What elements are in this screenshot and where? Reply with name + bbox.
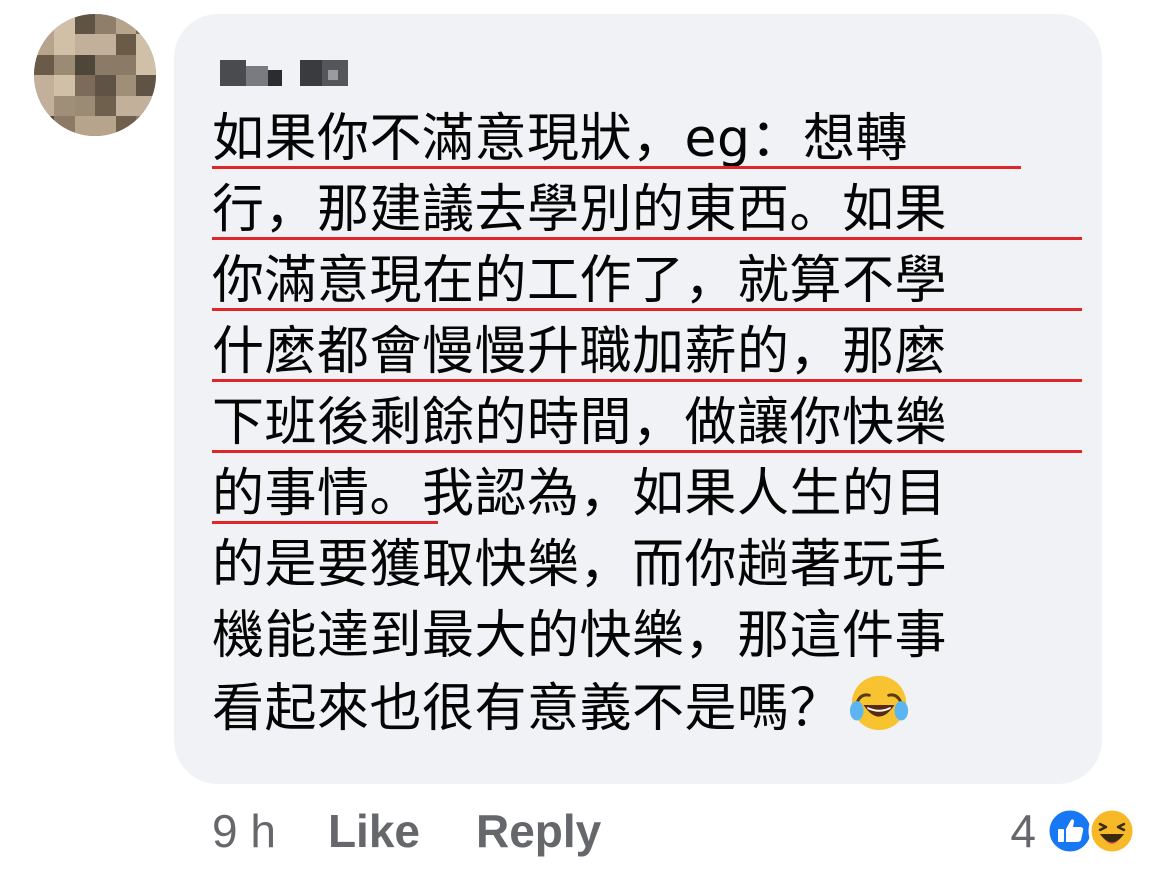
timestamp[interactable]: 9 h	[212, 804, 276, 858]
avatar-pixel	[54, 95, 75, 116]
avatar-pixel	[54, 54, 75, 76]
avatar-pixel	[74, 116, 96, 136]
avatar-pixel	[34, 14, 55, 35]
avatar-pixel	[95, 54, 116, 76]
avatar-pixel	[74, 34, 96, 55]
avatar-pixel	[115, 54, 136, 76]
comment-line-last: 看起來也很有意義不是嗎？	[212, 672, 1082, 743]
avatar-pixel	[74, 95, 96, 116]
avatar-pixel	[34, 116, 55, 136]
comment-line: 下班後剩餘的時間，做讓你快樂	[212, 388, 1082, 459]
reaction-summary[interactable]: 4	[1010, 800, 1136, 862]
like-reaction-icon	[1046, 807, 1094, 855]
avatar-pixel	[115, 95, 136, 116]
like-button[interactable]: Like	[328, 804, 420, 858]
avatar-pixel	[95, 95, 116, 116]
comment-line: 你滿意現在的工作了，就算不學	[212, 246, 1082, 317]
comment-line: 什麼都會慢慢升職加薪的，那麼	[212, 317, 1082, 388]
avatar-pixel	[74, 14, 96, 35]
avatar-pixel	[54, 75, 75, 96]
avatar-pixel	[115, 14, 136, 35]
avatar-pixel	[115, 116, 136, 136]
avatar-pixel	[34, 34, 55, 55]
avatar-pixel	[136, 54, 156, 76]
avatar-pixel	[115, 34, 136, 55]
avatar-pixel	[95, 14, 116, 35]
avatar-pixel	[136, 75, 156, 96]
avatar-pixel	[74, 75, 96, 96]
avatar-pixel	[136, 95, 156, 116]
avatar-pixel	[54, 34, 75, 55]
avatar-pixel	[136, 14, 156, 35]
avatar-pixel	[54, 14, 75, 35]
comment-body: 如果你不滿意現狀，eg：想轉 行，那建議去學別的東西。如果 你滿意現在的工作了，…	[212, 104, 1082, 743]
avatar-pixel	[136, 116, 156, 136]
comment: 如果你不滿意現狀，eg：想轉 行，那建議去學別的東西。如果 你滿意現在的工作了，…	[0, 0, 1170, 877]
avatar-pixel	[74, 54, 96, 76]
haha-reaction-icon	[1088, 807, 1136, 855]
avatar[interactable]	[34, 14, 156, 136]
avatar-pixel	[115, 75, 136, 96]
avatar-pixel	[95, 116, 116, 136]
avatar-pixel	[34, 54, 55, 76]
avatar-pixel	[136, 34, 156, 55]
comment-line-text: 看起來也很有意義不是嗎？	[212, 679, 843, 739]
comment-line: 的是要獲取快樂，而你趟著玩手	[212, 535, 948, 595]
reaction-count: 4	[1010, 805, 1036, 857]
comment-line: 行，那建議去學別的東西。如果	[212, 175, 1082, 246]
comment-bubble: 如果你不滿意現狀，eg：想轉 行，那建議去學別的東西。如果 你滿意現在的工作了，…	[174, 14, 1102, 784]
avatar-pixel	[34, 75, 55, 96]
author-name-redacted[interactable]	[214, 52, 354, 88]
comment-line: 的事情。我認為，如果人生的目	[212, 459, 1082, 530]
avatar-pixel	[95, 34, 116, 55]
comment-line: 機能達到最大的快樂，那這件事	[212, 606, 948, 666]
reply-button[interactable]: Reply	[476, 804, 601, 858]
avatar-pixel	[95, 75, 116, 96]
avatar-pixel	[54, 116, 75, 136]
avatar-pixel	[34, 95, 55, 116]
comment-actions: 9 h Like Reply	[212, 800, 601, 862]
comment-line: 如果你不滿意現狀，eg：想轉	[212, 104, 1082, 175]
laughing-with-tears-emoji	[849, 675, 909, 731]
